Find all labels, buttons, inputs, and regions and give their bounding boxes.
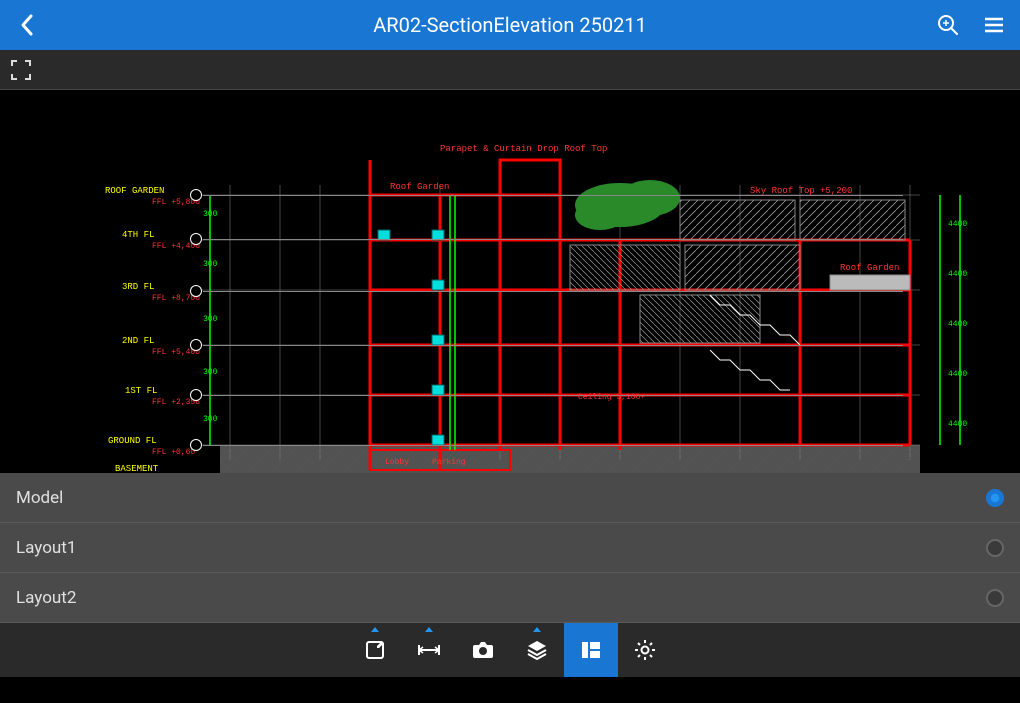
layout-tabs: Model Layout1 Layout2	[0, 473, 1020, 623]
fullscreen-button[interactable]	[8, 57, 34, 83]
radio-indicator	[986, 589, 1004, 607]
elevation-label: FFL +0,60	[152, 448, 195, 457]
radio-indicator	[986, 539, 1004, 557]
level-marker	[190, 233, 202, 245]
annotation-parking: Parking	[432, 458, 466, 467]
bottom-toolbar	[0, 623, 1020, 677]
annotation-roof-garden-r: Roof Garden	[840, 263, 899, 273]
page-title: AR02-SectionElevation 250211	[373, 13, 647, 37]
layouts-button[interactable]	[564, 623, 618, 677]
layout-label: Layout1	[16, 538, 986, 558]
level-marker	[190, 339, 202, 351]
gear-icon	[633, 638, 657, 662]
annotation-sky-roof-elev: +5,200	[820, 186, 852, 196]
floor-label: 1ST FL	[125, 386, 157, 396]
layout-item-model[interactable]: Model	[0, 473, 1020, 523]
floor-label: 4TH FL	[122, 230, 154, 240]
fullscreen-icon	[10, 59, 32, 81]
menu-button[interactable]	[980, 11, 1008, 39]
header-actions	[934, 11, 1008, 39]
back-button[interactable]	[12, 10, 42, 40]
expand-indicator-icon	[425, 627, 433, 632]
layers-icon	[525, 638, 549, 662]
chevron-left-icon	[19, 13, 35, 37]
layout-item-layout1[interactable]: Layout1	[0, 523, 1020, 573]
layout-label: Model	[16, 488, 986, 508]
drawing-canvas[interactable]: ROOF GARDEN FFL +5,800 4TH FL FFL +4,400…	[0, 90, 1020, 473]
layers-button[interactable]	[510, 623, 564, 677]
camera-icon	[470, 638, 496, 662]
level-marker	[190, 285, 202, 297]
expand-indicator-icon	[371, 627, 379, 632]
level-marker	[190, 389, 202, 401]
expand-indicator-icon	[533, 627, 541, 632]
annotation-sky-roof: Sky Roof Top	[750, 186, 815, 196]
measure-button[interactable]	[402, 623, 456, 677]
sub-header	[0, 50, 1020, 90]
settings-button[interactable]	[618, 623, 672, 677]
floor-label: 2ND FL	[122, 336, 154, 346]
annotation-height: Ceiling 5,100+	[578, 393, 645, 402]
floor-label: GROUND FL	[108, 436, 157, 446]
level-marker	[190, 189, 202, 201]
annotation-roof-top: Parapet & Curtain Drop Roof Top	[440, 144, 607, 154]
level-marker	[190, 439, 202, 451]
edit-icon	[363, 638, 387, 662]
floor-label: BASEMENT	[115, 464, 158, 473]
annotation-lobby: Lobby	[385, 458, 409, 467]
layouts-icon	[579, 638, 603, 662]
edit-button[interactable]	[348, 623, 402, 677]
camera-button[interactable]	[456, 623, 510, 677]
search-icon	[936, 13, 960, 37]
hamburger-icon	[982, 13, 1006, 37]
floor-label: 3RD FL	[122, 282, 154, 292]
radio-indicator	[986, 489, 1004, 507]
measure-icon	[416, 638, 442, 662]
floor-label: ROOF GARDEN	[105, 186, 164, 196]
app-header: AR02-SectionElevation 250211	[0, 0, 1020, 50]
layout-item-layout2[interactable]: Layout2	[0, 573, 1020, 623]
layout-label: Layout2	[16, 588, 986, 608]
annotation-roof-garden: Roof Garden	[390, 182, 449, 192]
search-button[interactable]	[934, 11, 962, 39]
